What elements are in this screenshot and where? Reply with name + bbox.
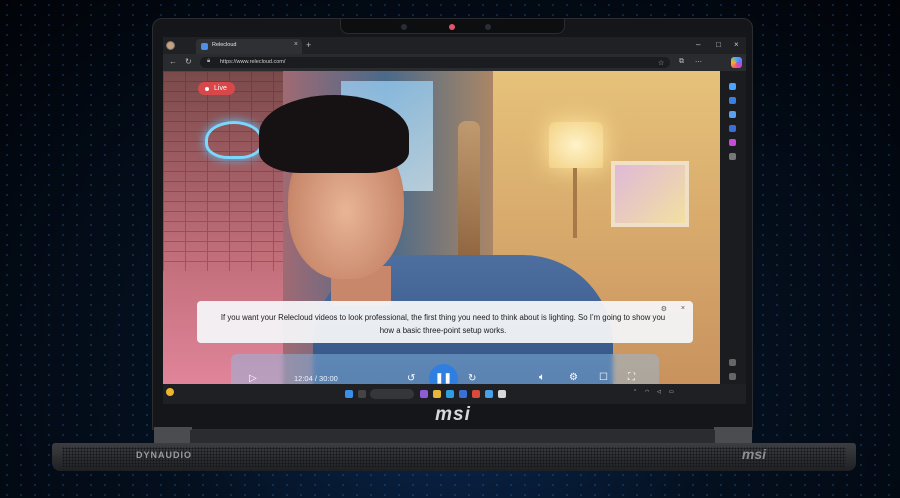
more-icon[interactable]: ⋯ [695, 58, 702, 66]
sidebar-games-icon[interactable] [729, 125, 736, 132]
search-icon[interactable] [358, 390, 366, 398]
lock-icon: 🔒︎ [207, 58, 211, 64]
address-bar[interactable]: 🔒︎ https://www.relecloud.com/ ☆ [200, 57, 670, 68]
miniplayer-icon[interactable]: ☐ [599, 372, 608, 383]
close-tab-icon[interactable]: × [294, 41, 298, 48]
laptop-screen: Relecloud × + – □ × ← ↻ 🔒︎ https://www.r… [163, 37, 746, 404]
maximize-icon[interactable]: □ [716, 40, 721, 49]
forward-icon[interactable]: ↻ [468, 373, 476, 384]
hinge-foot-right [714, 427, 752, 444]
caption-text: If you want your Relecloud videos to loo… [220, 313, 666, 335]
wifi-icon[interactable]: ◠ [645, 389, 649, 395]
battery-icon[interactable]: ▭ [669, 389, 674, 395]
video-scene-lamp-stem [573, 168, 577, 238]
relecloud-favicon-icon [201, 43, 208, 50]
copilot-icon[interactable] [731, 57, 742, 68]
close-window-icon[interactable]: × [734, 40, 739, 49]
app-icon[interactable] [498, 390, 506, 398]
store-icon[interactable] [459, 390, 467, 398]
sensor-icon [485, 24, 491, 30]
video-scene-guitar [458, 121, 480, 271]
webcam-notch [340, 18, 565, 34]
volume-icon[interactable]: 🔈︎ [539, 372, 545, 383]
laptop-base: DYNAUDIO msi [52, 443, 856, 471]
tab-title: Relecloud [212, 42, 237, 48]
video-scene-neon-light [205, 121, 263, 159]
url-text: https://www.relecloud.com/ [220, 59, 286, 65]
fullscreen-icon[interactable]: ⛶ [628, 372, 635, 383]
video-scene-brick [163, 71, 283, 271]
extensions-icon[interactable]: ⧉ [679, 58, 684, 66]
weather-icon[interactable] [166, 388, 174, 396]
new-tab-icon[interactable]: + [306, 40, 311, 50]
browser-tab[interactable]: Relecloud × [196, 39, 302, 54]
refresh-icon[interactable]: ↻ [185, 57, 192, 66]
close-icon[interactable]: × [681, 305, 685, 312]
msi-logo: msi [435, 404, 471, 425]
profile-avatar[interactable] [166, 41, 175, 50]
sidebar-settings-icon[interactable] [729, 373, 736, 380]
dynaudio-logo: DYNAUDIO [136, 450, 193, 460]
sidebar-shopping-icon[interactable] [729, 97, 736, 104]
taskbar-search-box[interactable] [370, 389, 414, 399]
webcam-icon [449, 24, 455, 30]
video-player[interactable]: Live ⚙︎ × If you want your Relecloud vid… [163, 71, 720, 384]
video-scene-lamp [549, 122, 603, 168]
minimize-icon[interactable]: – [696, 40, 700, 49]
edge-icon[interactable] [446, 390, 454, 398]
tray-overflow-icon[interactable]: ⌃ [633, 389, 637, 395]
start-icon[interactable] [345, 390, 353, 398]
msi-base-logo: msi [741, 446, 766, 462]
live-label: Live [214, 85, 227, 92]
file-explorer-icon[interactable] [433, 390, 441, 398]
office-icon[interactable] [472, 390, 480, 398]
pause-icon[interactable]: ❚❚ [429, 364, 458, 384]
laptop-hinge [190, 430, 715, 444]
back-icon[interactable]: ← [169, 57, 177, 66]
time-display: 12:04 / 30:00 [294, 374, 338, 383]
copilot-taskbar-icon[interactable] [420, 390, 428, 398]
sensor-icon [401, 24, 407, 30]
browser-tab-bar: Relecloud × + – □ × [163, 37, 746, 54]
favorite-icon[interactable]: ☆ [658, 59, 664, 67]
video-scene-artwork [611, 161, 689, 227]
sidebar-tools-icon[interactable] [729, 111, 736, 118]
mail-icon[interactable] [485, 390, 493, 398]
windows-taskbar: ​ ⌃ ◠ ◁ ▭ ​ [163, 384, 746, 404]
presenter-hair [259, 95, 409, 173]
play-icon[interactable]: ▷ [249, 373, 257, 384]
live-badge: Live [198, 82, 235, 95]
live-dot-icon [205, 86, 209, 91]
rewind-icon[interactable]: ↺ [407, 373, 415, 384]
player-controls: ▷ 12:04 / 30:00 ↺ ❚❚ ↻ 🔈︎ ⚙︎ ☐ ⛶ [231, 354, 659, 384]
sidebar-office-icon[interactable] [729, 139, 736, 146]
live-caption-box: ⚙︎ × If you want your Relecloud videos t… [197, 301, 693, 343]
browser-sidebar [720, 71, 746, 404]
sidebar-layout-icon[interactable] [729, 359, 736, 366]
browser-toolbar: ← ↻ 🔒︎ https://www.relecloud.com/ ☆ ⧉ ⋯ [163, 54, 746, 71]
sidebar-search-icon[interactable] [729, 83, 736, 90]
sidebar-add-icon[interactable] [729, 153, 736, 160]
settings-icon[interactable]: ⚙︎ [569, 372, 578, 383]
speaker-icon[interactable]: ◁ [657, 389, 661, 395]
scene-background: Relecloud × + – □ × ← ↻ 🔒︎ https://www.r… [0, 0, 900, 498]
hinge-foot-left [154, 427, 192, 444]
